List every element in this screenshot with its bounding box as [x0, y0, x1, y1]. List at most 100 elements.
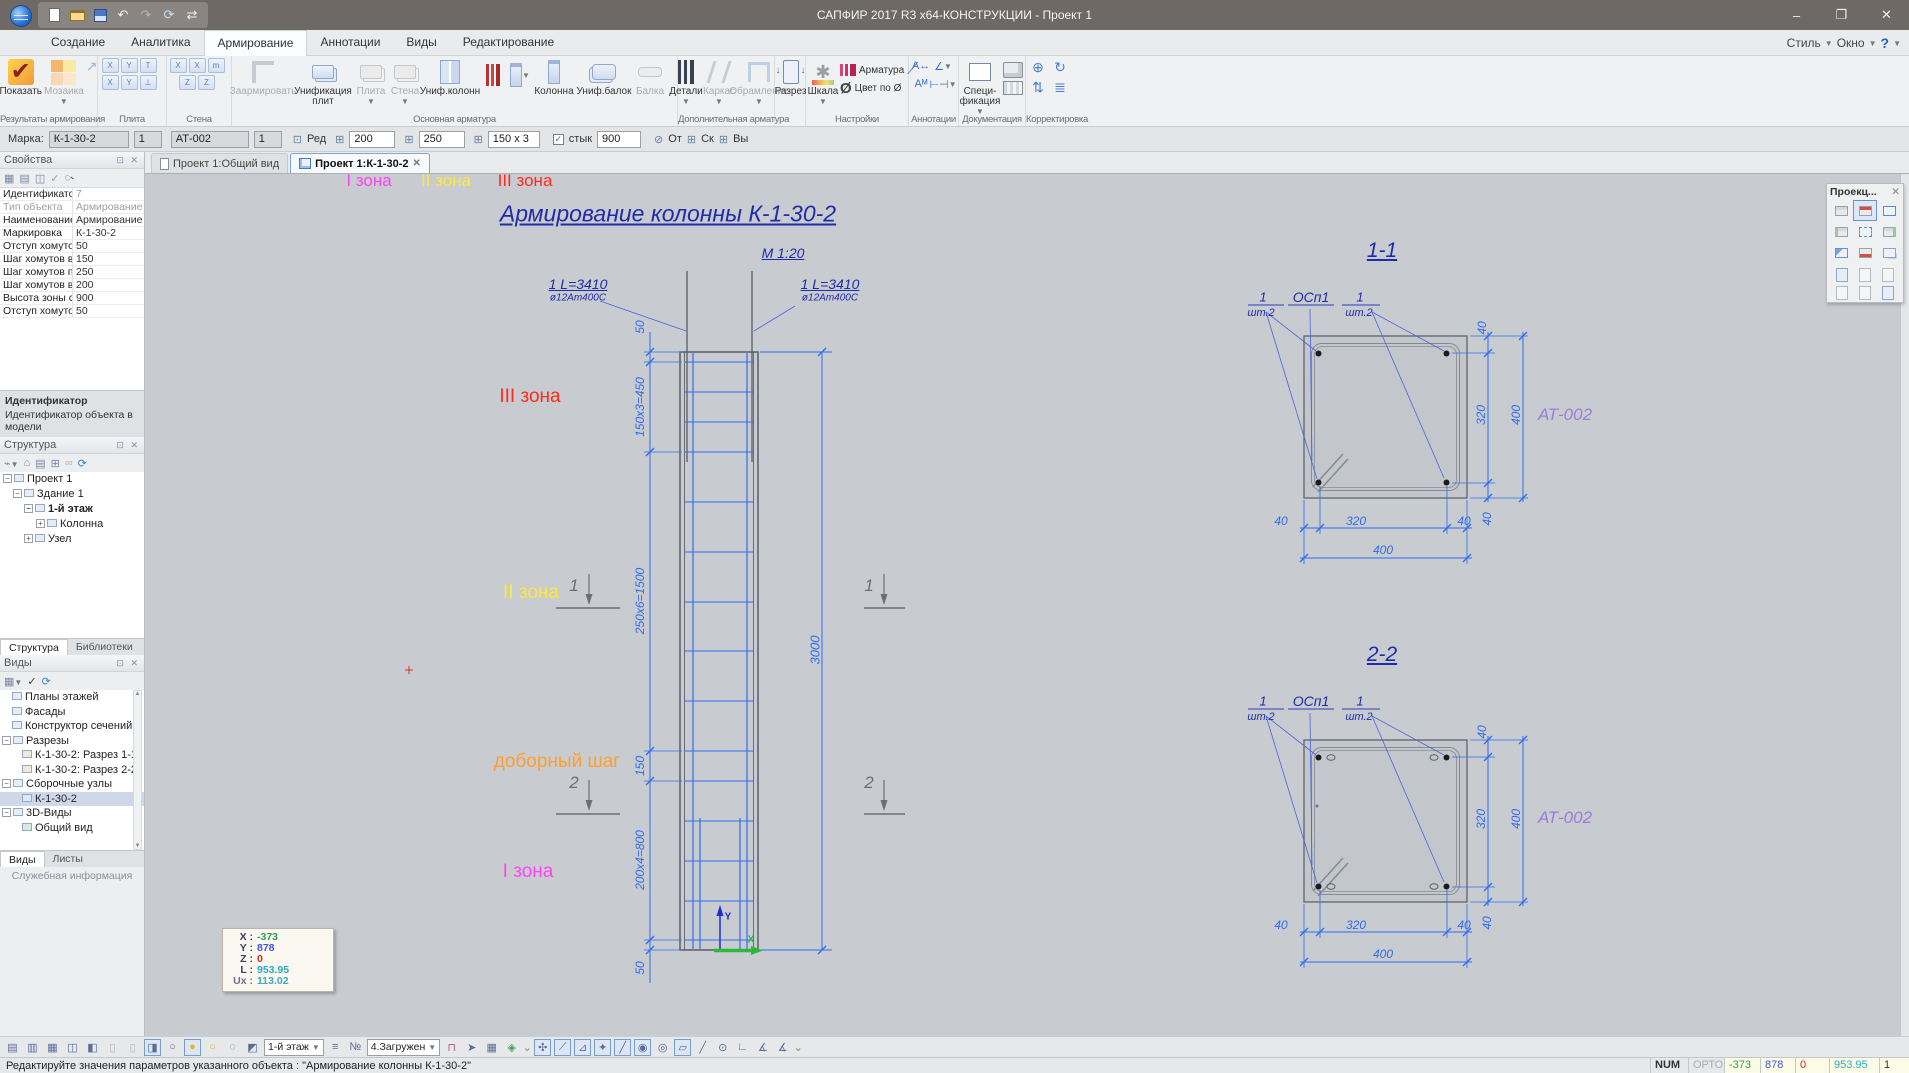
snap-point-icon[interactable]: ✣: [534, 1039, 551, 1056]
step2-field[interactable]: 250: [419, 131, 465, 148]
slab-y-icon[interactable]: Y: [121, 58, 138, 73]
view-item-assembly[interactable]: −Сборочные узлы: [0, 777, 144, 792]
view-item-sections[interactable]: −Разрезы: [0, 734, 144, 749]
tab-structure[interactable]: Структура: [0, 639, 68, 655]
view-item-general[interactable]: Общий вид: [0, 821, 144, 836]
wall-x-icon[interactable]: X: [170, 58, 187, 73]
lamp-2-icon[interactable]: ○: [204, 1039, 221, 1056]
pin-icon[interactable]: ⊡: [116, 658, 126, 668]
close-icon[interactable]: ✕: [413, 158, 421, 169]
offset-icon[interactable]: ⇅: [1028, 78, 1048, 96]
layout-page-icon[interactable]: [1836, 268, 1848, 282]
marka-count-field[interactable]: 1: [134, 131, 162, 148]
cage-button[interactable]: Каркас▼: [704, 58, 734, 107]
tab-creation[interactable]: Создание: [38, 30, 118, 56]
diamond-check-icon[interactable]: ◈: [503, 1039, 520, 1056]
categorized-view-icon[interactable]: ▦: [4, 172, 14, 185]
scale-button[interactable]: ✱ Шкала▼: [808, 58, 838, 107]
beam-button[interactable]: Балка: [634, 58, 666, 97]
refresh-icon[interactable]: ⟳: [78, 457, 87, 470]
wall-z-icon[interactable]: Z: [179, 75, 196, 90]
close-button[interactable]: ✕: [1864, 0, 1909, 30]
slab-x-icon[interactable]: X: [102, 58, 119, 73]
clamp-icon[interactable]: ⊓: [443, 1039, 460, 1056]
num-indicator[interactable]: NUM: [1650, 1058, 1688, 1073]
slab-t-icon[interactable]: T: [140, 58, 157, 73]
tree-item-node[interactable]: +Узел: [0, 532, 144, 547]
right-angle-icon[interactable]: ∟: [734, 1039, 751, 1056]
tab-annotations[interactable]: Аннотации: [307, 30, 393, 56]
snap-perp-icon[interactable]: ⊿: [574, 1039, 591, 1056]
doc-tab-k1302[interactable]: Проект 1:К-1-30-2 ✕: [290, 153, 430, 173]
specification-button[interactable]: Специ-фикация▼: [961, 58, 999, 117]
center-point-icon[interactable]: ⊙: [714, 1039, 731, 1056]
tree-item-column[interactable]: +Колонна: [0, 517, 144, 532]
view-cube-5-icon[interactable]: ◧: [84, 1039, 101, 1056]
cursor-filter-icon[interactable]: ➤: [463, 1039, 480, 1056]
angle-snap-x-icon[interactable]: ∡: [754, 1039, 771, 1056]
color-by-diameter-toggle[interactable]: Цвет по Ø: [855, 83, 902, 94]
red-bars-icon[interactable]: [480, 62, 506, 88]
tab-views[interactable]: Виды: [393, 30, 449, 56]
table-row[interactable]: Идентификатор7: [0, 188, 144, 201]
snap-plane-icon[interactable]: ▱: [674, 1039, 691, 1056]
proj-overlap-icon[interactable]: [1877, 242, 1901, 263]
proj-back-icon[interactable]: [1853, 242, 1877, 263]
doc-tab-general-view[interactable]: Проект 1:Общий вид: [151, 153, 288, 173]
marka-field[interactable]: К-1-30-2: [49, 131, 129, 148]
mosaic-button[interactable]: Мозаика ▼: [44, 58, 84, 107]
view-item-section11[interactable]: К-1-30-2: Разрез 1-1: [0, 748, 144, 763]
edit-icon[interactable]: ⊡: [293, 133, 302, 146]
loadcase-number-icon[interactable]: №: [347, 1039, 364, 1056]
tab-analytics[interactable]: Аналитика: [118, 30, 203, 56]
view-ghost-2-icon[interactable]: ▯: [124, 1039, 141, 1056]
view-item-k1302[interactable]: К-1-30-2: [0, 792, 144, 807]
slab-rebar-button[interactable]: Плита▼: [356, 58, 386, 107]
view-item-section-editor[interactable]: Конструктор сечений: [0, 719, 144, 734]
proj-top-icon[interactable]: [1853, 200, 1877, 221]
table-row[interactable]: МаркировкаК-1-30-2: [0, 227, 144, 240]
step1-field[interactable]: 200: [349, 131, 395, 148]
proj-iso-icon[interactable]: [1829, 200, 1853, 221]
view-item-3d[interactable]: −3D-Виды: [0, 806, 144, 821]
column-unification-button[interactable]: Униф.колонн: [424, 58, 476, 97]
reinforce-button[interactable]: Заармировать: [236, 58, 290, 97]
view-item-section22[interactable]: К-1-30-2: Разрез 2-2: [0, 763, 144, 778]
home-icon[interactable]: ⌂: [24, 457, 31, 469]
sk-label[interactable]: Ск: [701, 133, 714, 145]
window-menu[interactable]: Окно: [1837, 36, 1865, 50]
view-settings-icon[interactable]: ▦▼: [4, 675, 22, 688]
column-button[interactable]: Колонна: [534, 58, 574, 97]
view-cube-1-icon[interactable]: ▤: [4, 1039, 21, 1056]
search-icon[interactable]: ◌˞: [64, 172, 74, 184]
ortho-indicator[interactable]: ОРТО: [1688, 1058, 1724, 1073]
apply-icon[interactable]: ✓: [27, 675, 36, 688]
view-ghost-1-icon[interactable]: ▯: [104, 1039, 121, 1056]
sheet-alt-icon[interactable]: [1859, 286, 1871, 300]
edit-label[interactable]: Ред: [307, 133, 326, 145]
close-icon[interactable]: ✕: [130, 440, 140, 450]
table-row[interactable]: Отступ хомутов ...50: [0, 305, 144, 318]
refresh-icon[interactable]: ⟳: [42, 675, 51, 688]
print-icon[interactable]: ▤: [35, 457, 45, 470]
table-row[interactable]: НаименованиеАрмирование ко...: [0, 214, 144, 227]
tab-views[interactable]: Виды: [0, 851, 45, 867]
tab-sheets[interactable]: Листы: [45, 851, 91, 867]
snap-line-icon[interactable]: ╱: [614, 1039, 631, 1056]
show-results-button[interactable]: ✔ Показать: [0, 58, 42, 97]
person-icon[interactable]: ◌: [224, 1039, 241, 1056]
add-group-icon[interactable]: ⊞: [51, 457, 60, 470]
pin-icon[interactable]: ⊡: [116, 440, 126, 450]
snap-mid-icon[interactable]: ⟋: [554, 1039, 571, 1056]
proj-left-icon[interactable]: [1829, 221, 1853, 242]
angle-dimension-icon[interactable]: ∠▼: [933, 58, 953, 74]
colored-cube-icon[interactable]: ◩: [244, 1039, 261, 1056]
page-icon[interactable]: [1859, 268, 1871, 282]
tab-reinforcement[interactable]: Армирование: [204, 30, 308, 56]
proj-right-icon[interactable]: [1877, 221, 1901, 242]
apply-check-icon[interactable]: ✓: [50, 172, 59, 185]
restore-button[interactable]: ❐: [1819, 0, 1864, 30]
page-alt-icon[interactable]: [1882, 268, 1894, 282]
view-cube-3-icon[interactable]: ▦: [44, 1039, 61, 1056]
storey-stack-icon[interactable]: ≡: [327, 1039, 344, 1056]
